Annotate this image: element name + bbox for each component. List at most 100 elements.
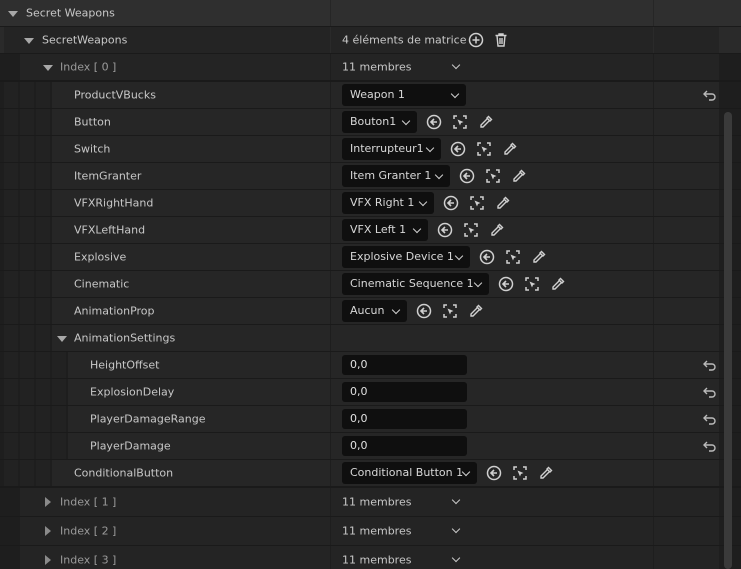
members-count: 11 membres: [342, 524, 412, 538]
use-selected-icon[interactable]: [415, 302, 433, 320]
members-count: 11 membres: [342, 495, 412, 509]
reset-icon[interactable]: [701, 410, 719, 428]
reset-icon[interactable]: [701, 437, 719, 455]
use-selected-icon[interactable]: [442, 194, 460, 212]
field-row-conditional: ConditionalButton Conditional Button 1: [0, 460, 741, 486]
field-label: VFXLeftHand: [74, 223, 146, 237]
picker-icon[interactable]: [477, 113, 495, 131]
add-element-icon[interactable]: [467, 31, 485, 49]
asset-dropdown[interactable]: Bouton1: [342, 111, 417, 133]
asset-dropdown[interactable]: Weapon 1: [342, 84, 466, 106]
browse-icon[interactable]: [511, 464, 529, 482]
dropdown-value: Bouton1: [350, 115, 397, 128]
index-row-0[interactable]: Index [ 0 ] 11 membres: [0, 54, 741, 80]
index-row-3[interactable]: Index [ 3 ] 11 membres: [0, 546, 741, 569]
use-selected-icon[interactable]: [449, 140, 467, 158]
number-value: 0,0: [350, 412, 368, 425]
browse-icon[interactable]: [441, 302, 459, 320]
picker-icon[interactable]: [501, 140, 519, 158]
number-value: 0,0: [350, 439, 368, 452]
chevron-down-icon: [473, 278, 483, 288]
delete-icon[interactable]: [492, 31, 510, 49]
reset-icon[interactable]: [701, 86, 719, 104]
index-row-1[interactable]: Index [ 1 ] 11 membres: [0, 488, 741, 516]
field-row-vfxright: VFXRightHand VFX Right 1: [0, 190, 741, 216]
picker-icon[interactable]: [488, 221, 506, 239]
number-input[interactable]: 0,0: [342, 382, 467, 402]
asset-dropdown[interactable]: Conditional Button 1: [342, 462, 477, 484]
picker-icon[interactable]: [537, 464, 555, 482]
number-value: 0,0: [350, 385, 368, 398]
chevron-down-icon[interactable]: [451, 60, 461, 70]
field-row-damage: PlayerDamage 0,0: [0, 433, 741, 459]
collapse-arrow-icon[interactable]: [43, 65, 53, 71]
use-selected-icon[interactable]: [458, 167, 476, 185]
asset-dropdown[interactable]: Aucun: [342, 300, 407, 322]
dropdown-value: Explosive Device 1: [350, 250, 454, 263]
use-selected-icon[interactable]: [478, 248, 496, 266]
browse-icon[interactable]: [451, 113, 469, 131]
array-row-secret-weapons[interactable]: SecretWeapons 4 éléments de matrice: [0, 27, 741, 53]
use-selected-icon[interactable]: [497, 275, 515, 293]
picker-icon[interactable]: [510, 167, 528, 185]
asset-dropdown[interactable]: Item Granter 1: [342, 165, 450, 187]
category-row-secret-weapons[interactable]: Secret Weapons: [0, 0, 741, 26]
asset-dropdown[interactable]: VFX Right 1: [342, 192, 434, 214]
chevron-down-icon[interactable]: [451, 553, 461, 563]
picker-icon[interactable]: [467, 302, 485, 320]
expand-arrow-icon[interactable]: [45, 555, 51, 565]
browse-icon[interactable]: [468, 194, 486, 212]
field-row-explosive: Explosive Explosive Device 1: [0, 244, 741, 270]
picker-icon[interactable]: [494, 194, 512, 212]
use-selected-icon[interactable]: [485, 464, 503, 482]
use-selected-icon[interactable]: [425, 113, 443, 131]
expand-arrow-icon[interactable]: [45, 526, 51, 536]
browse-icon[interactable]: [475, 140, 493, 158]
chevron-down-icon: [412, 224, 422, 234]
collapse-arrow-icon[interactable]: [8, 11, 18, 17]
reset-icon[interactable]: [701, 383, 719, 401]
field-row-button: Button Bouton1: [0, 109, 741, 135]
field-row-animprop: AnimationProp Aucun: [0, 298, 741, 324]
field-label: ConditionalButton: [74, 466, 174, 480]
number-input[interactable]: 0,0: [342, 409, 467, 429]
collapse-arrow-icon[interactable]: [57, 336, 67, 342]
field-label: ExplosionDelay: [90, 385, 175, 399]
field-label: PlayerDamage: [90, 439, 171, 453]
asset-dropdown[interactable]: Cinematic Sequence 1: [342, 273, 489, 295]
field-label: Switch: [74, 142, 111, 156]
dropdown-value: Interrupteur1: [350, 142, 424, 155]
browse-icon[interactable]: [484, 167, 502, 185]
chevron-down-icon: [454, 251, 464, 261]
expand-arrow-icon[interactable]: [45, 497, 51, 507]
number-input[interactable]: 0,0: [342, 355, 467, 375]
browse-icon[interactable]: [504, 248, 522, 266]
chevron-down-icon[interactable]: [451, 495, 461, 505]
collapse-arrow-icon[interactable]: [24, 38, 34, 44]
picker-icon[interactable]: [549, 275, 567, 293]
field-label: HeightOffset: [90, 358, 160, 372]
asset-dropdown[interactable]: VFX Left 1: [342, 219, 428, 241]
use-selected-icon[interactable]: [436, 221, 454, 239]
field-row-product: ProductVBucks Weapon 1: [0, 82, 741, 108]
browse-icon[interactable]: [523, 275, 541, 293]
number-input[interactable]: 0,0: [342, 436, 467, 456]
picker-icon[interactable]: [530, 248, 548, 266]
chevron-down-icon: [418, 197, 428, 207]
field-label: ItemGranter: [74, 169, 142, 183]
dropdown-value: VFX Left 1: [350, 223, 407, 236]
dropdown-value: Cinematic Sequence 1: [350, 277, 474, 290]
browse-icon[interactable]: [462, 221, 480, 239]
field-label: Explosive: [74, 250, 127, 264]
scrollbar[interactable]: [724, 112, 732, 569]
index-row-2[interactable]: Index [ 2 ] 11 membres: [0, 517, 741, 545]
reset-icon[interactable]: [701, 356, 719, 374]
index-label: Index [ 2 ]: [60, 524, 117, 538]
asset-dropdown[interactable]: Explosive Device 1: [342, 246, 470, 268]
index-label: Index [ 0 ]: [60, 60, 117, 74]
index-label: Index [ 1 ]: [60, 495, 117, 509]
dropdown-value: Conditional Button 1: [350, 466, 464, 479]
chevron-down-icon[interactable]: [451, 524, 461, 534]
field-row-granter: ItemGranter Item Granter 1: [0, 163, 741, 189]
asset-dropdown[interactable]: Interrupteur1: [342, 138, 441, 160]
